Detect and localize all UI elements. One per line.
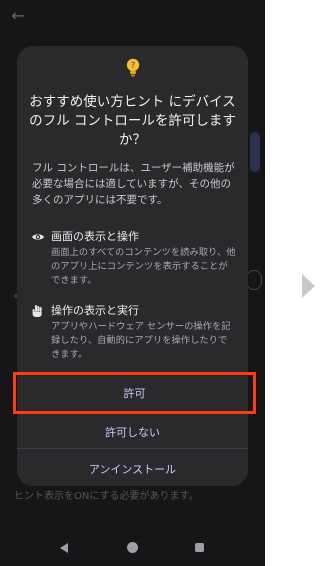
hand-icon xyxy=(32,305,42,317)
phone-screen: ← ヒント表示をONにする必要があります。 ? おすすめ使い方ヒント にデバイス… xyxy=(0,0,265,566)
background-footnote: ヒント表示をONにする必要があります。 xyxy=(14,491,199,502)
allow-button-label: 許可 xyxy=(123,387,146,400)
permission-dialog: ? おすすめ使い方ヒント にデバイス のフル コントロールを許可します か？ フ… xyxy=(17,46,248,486)
eye-icon xyxy=(32,234,44,240)
dialog-title: おすすめ使い方ヒント にデバイス のフル コントロールを許可します か？ xyxy=(25,93,240,150)
permission-body-line: 録したり、自動的にアプリを操作したりで xyxy=(51,335,228,346)
description-line: フル コントロールは、ユーザー補助機能が xyxy=(32,162,235,174)
permission-title: 操作の表示と実行 xyxy=(51,304,139,317)
chevron-right-icon xyxy=(302,274,315,298)
dialog-title-line: のフル コントロールを許可します xyxy=(29,113,236,129)
divider xyxy=(17,448,248,449)
dialog-title-line: か？ xyxy=(119,132,146,148)
dialog-title-line: おすすめ使い方ヒント にデバイス xyxy=(29,94,236,110)
permission-body: アプリやハードウェア センサーの操作を記 録したり、自動的にアプリを操作したりで… xyxy=(51,320,241,362)
lightbulb-question-icon: ? xyxy=(126,58,140,77)
permission-body-line: きます。 xyxy=(51,349,88,360)
permission-title: 画面の表示と操作 xyxy=(51,230,139,243)
permission-body-line: 画面上のすべてのコンテンツを読み取り、他 xyxy=(51,247,236,258)
navigation-bar xyxy=(0,532,265,566)
description-line: 多くのアプリには不要です。 xyxy=(32,194,168,206)
deny-button[interactable]: 許可しない xyxy=(17,424,248,440)
arrow-left-icon[interactable]: ← xyxy=(8,6,28,26)
allow-button[interactable]: 許可 xyxy=(13,372,256,414)
uninstall-button[interactable]: アンインストール xyxy=(17,461,248,477)
nav-recents-icon[interactable] xyxy=(195,543,204,552)
background-card xyxy=(250,132,260,172)
background-toggle xyxy=(246,270,262,290)
svg-text:?: ? xyxy=(130,61,135,71)
permission-body-line: アプリやハードウェア センサーの操作を記 xyxy=(51,321,231,332)
permission-view-screen: 画面の表示と操作 画面上のすべてのコンテンツを読み取り、他 のアプリ上にコンテン… xyxy=(29,229,241,289)
permission-perform-actions: 操作の表示と実行 アプリやハードウェア センサーの操作を記 録したり、自動的にア… xyxy=(29,303,241,363)
nav-back-icon[interactable] xyxy=(60,543,68,553)
permission-body-line: のアプリ上にコンテンツを表示することが xyxy=(51,261,228,272)
permission-body-line: できます。 xyxy=(51,275,97,286)
permission-body: 画面上のすべてのコンテンツを読み取り、他 のアプリ上にコンテンツを表示することが… xyxy=(51,246,241,288)
description-line: 必要な場合には適していますが、その他の xyxy=(32,178,231,190)
nav-home-icon[interactable] xyxy=(127,542,138,553)
dialog-description: フル コントロールは、ユーザー補助機能が 必要な場合には適していますが、その他の… xyxy=(32,160,236,208)
